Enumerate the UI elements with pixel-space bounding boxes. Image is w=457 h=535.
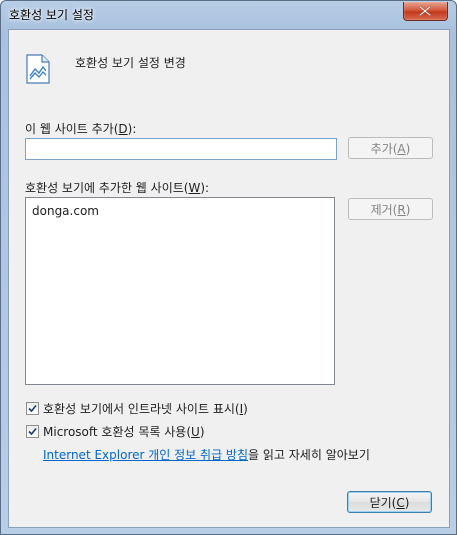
intranet-label: 호환성 보기에서 인트라넷 사이트 표시(I) [43, 402, 248, 416]
dialog-window: 호환성 보기 설정 호환성 보기 설정 변경 이 웹 사이트 추가(D): 추가… [0, 0, 457, 535]
intranet-checkbox[interactable] [26, 402, 39, 415]
document-settings-icon [26, 54, 50, 84]
privacy-line: Internet Explorer 개인 정보 취급 방침을 읽고 자세히 알아… [43, 446, 370, 463]
close-button[interactable]: 닫기(C) [347, 491, 432, 513]
checkmark-icon [28, 404, 37, 413]
header-text: 호환성 보기 설정 변경 [75, 56, 186, 70]
add-site-input[interactable] [25, 138, 337, 160]
add-site-label: 이 웹 사이트 추가(D): [25, 122, 137, 136]
ms-list-checkbox[interactable] [26, 425, 39, 438]
site-list-label: 호환성 보기에 추가한 웹 사이트(W): [25, 181, 210, 195]
close-window-button[interactable] [403, 2, 448, 21]
privacy-after-text: 을 읽고 자세히 알아보기 [248, 448, 370, 462]
site-listbox[interactable]: donga.com [25, 197, 335, 385]
list-item[interactable]: donga.com [32, 204, 99, 218]
ms-list-label: Microsoft 호환성 목록 사용(U) [43, 425, 205, 439]
add-button[interactable]: 추가(A) [348, 137, 433, 159]
dialog-content: 호환성 보기 설정 변경 이 웹 사이트 추가(D): 추가(A) 호환성 보기… [8, 29, 450, 528]
title-bar[interactable]: 호환성 보기 설정 [1, 1, 456, 29]
close-icon [419, 6, 431, 16]
remove-button[interactable]: 제거(R) [348, 198, 433, 220]
privacy-policy-link[interactable]: Internet Explorer 개인 정보 취급 방침 [43, 448, 248, 462]
window-title: 호환성 보기 설정 [9, 8, 94, 22]
checkmark-icon [28, 427, 37, 436]
